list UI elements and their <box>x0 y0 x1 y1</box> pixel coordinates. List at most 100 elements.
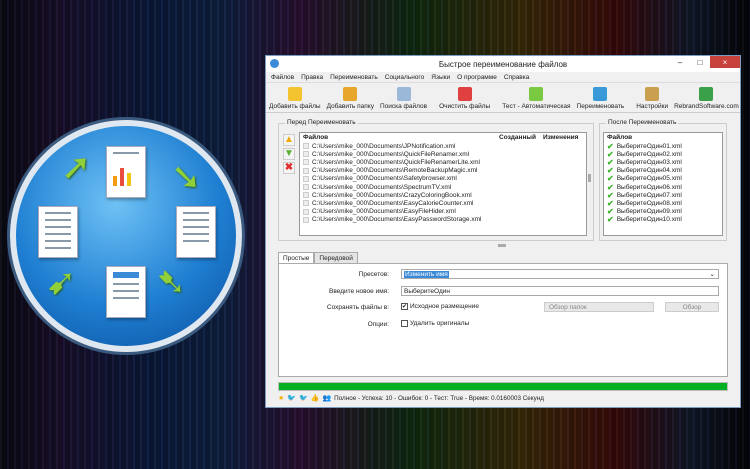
file-row[interactable]: ✔ ВыберитеОдин05.xml <box>604 174 722 183</box>
new-name-input[interactable]: ВыберитеОдин <box>401 286 719 296</box>
file-row[interactable]: ✔ ВыберитеОдин08.xml <box>604 199 722 208</box>
file-row[interactable]: ✔ ВыберитеОдин02.xml <box>604 150 722 159</box>
file-row[interactable]: C:\Users\mike_000\Documents\EasyFileHide… <box>300 208 586 216</box>
window-title: Быстрое переименование файлов <box>438 59 568 69</box>
file-row[interactable]: ✔ ВыберитеОдин10.xml <box>604 215 722 224</box>
checkbox-checked-icon: ✔ <box>401 303 408 310</box>
file-row[interactable]: C:\Users\mike_000\Documents\RemoteBackup… <box>300 167 586 175</box>
file-row[interactable]: ✔ ВыберитеОдин03.xml <box>604 158 722 167</box>
status-bar: ★ 🐦 🐦 👍 👥 Полное - Успеха: 10 - Ошибок: … <box>278 394 544 403</box>
menu-item[interactable]: Справка <box>504 74 530 81</box>
toolbar-button[interactable]: Переименовать <box>576 87 625 110</box>
row-checkbox[interactable] <box>303 208 309 215</box>
row-checkbox[interactable] <box>303 184 309 191</box>
close-button[interactable]: × <box>710 56 740 68</box>
maximize-button[interactable]: □ <box>690 56 710 68</box>
row-checkbox[interactable] <box>303 167 309 174</box>
file-path: C:\Users\mike_000\Documents\QuickFileRen… <box>312 150 470 158</box>
row-checkbox[interactable] <box>303 175 309 182</box>
toolbar-button[interactable]: Добавить файлы <box>269 87 321 110</box>
toolbar-button-label: Переименовать <box>576 103 625 110</box>
add-files-icon <box>287 87 302 101</box>
toolbar-button-label: Поиска файлов <box>379 103 428 110</box>
save-to-label: Сохранять файлы в: <box>326 304 389 311</box>
column-header-created[interactable]: Созданный <box>499 134 543 141</box>
column-header-modified[interactable]: Изменения <box>543 134 578 141</box>
toolbar-button-label: RebrandSoftware.com <box>674 103 739 110</box>
delete-originals-checkbox[interactable]: Удалить оригиналы <box>401 320 469 327</box>
twitter-follow-icon[interactable]: 🐦 <box>299 394 308 402</box>
file-path: C:\Users\mike_000\Documents\EasyFileHide… <box>312 208 456 216</box>
browse-button[interactable]: Обзор <box>665 302 719 312</box>
menu-item[interactable]: Правка <box>301 74 323 81</box>
file-row[interactable]: C:\Users\mike_000\Documents\QuickFileRen… <box>300 150 586 158</box>
file-row[interactable]: ✔ ВыберитеОдин09.xml <box>604 207 722 216</box>
users-icon[interactable]: 👥 <box>322 394 331 402</box>
menu-item[interactable]: Языки <box>431 74 450 81</box>
row-checkbox[interactable] <box>303 159 309 166</box>
toolbar-button[interactable]: Поиска файлов <box>380 87 427 110</box>
row-checkbox[interactable] <box>303 192 309 199</box>
row-checkbox[interactable] <box>303 151 309 158</box>
file-row[interactable]: C:\Users\mike_000\Documents\JPNotificati… <box>300 142 586 150</box>
remove-button[interactable]: ✖ <box>283 162 295 174</box>
after-file-list[interactable]: Файлов ✔ ВыберитеОдин01.xml ✔ ВыберитеОдин0… <box>603 132 723 236</box>
column-header-files[interactable]: Файлов <box>303 134 499 141</box>
menu-item[interactable]: Социального <box>385 74 425 81</box>
star-icon[interactable]: ★ <box>278 394 284 402</box>
checkbox-label: Удалить оригиналы <box>410 320 470 327</box>
progress-bar <box>278 382 728 391</box>
preset-select[interactable]: Изменить имя ⌄ <box>401 269 719 279</box>
file-row[interactable]: C:\Users\mike_000\Documents\Safetybrowse… <box>300 175 586 183</box>
twitter-icon[interactable]: 🐦 <box>287 394 296 402</box>
toolbar-button-label: Добавить файлы <box>269 103 321 110</box>
file-row[interactable]: C:\Users\mike_000\Documents\SpectrumTV.x… <box>300 183 586 191</box>
column-header-files[interactable]: Файлов <box>607 134 632 141</box>
file-row[interactable]: C:\Users\mike_000\Documents\CrazyColorin… <box>300 191 586 199</box>
new-name-label: Введите новое имя: <box>329 288 389 295</box>
toolbar-button[interactable]: Настройки <box>636 87 668 110</box>
preset-label: Пресетов: <box>358 271 389 278</box>
file-row[interactable]: C:\Users\mike_000\Documents\EasyPassword… <box>300 216 586 224</box>
row-checkbox[interactable] <box>303 200 309 207</box>
app-icon <box>270 59 279 68</box>
toolbar-button[interactable]: Тест - Автоматическая <box>502 87 571 110</box>
file-path: C:\Users\mike_000\Documents\JPNotificati… <box>312 142 456 150</box>
menu-item[interactable]: Переименовать <box>330 74 378 81</box>
like-icon[interactable]: 👍 <box>311 394 320 402</box>
before-file-list[interactable]: Файлов Созданный Изменения C:\Users\mike_0… <box>299 132 587 236</box>
file-row[interactable]: C:\Users\mike_000\Documents\EasyCalorieC… <box>300 199 586 207</box>
search-icon <box>396 87 411 101</box>
group-title: Перед Переименовать <box>285 119 358 126</box>
file-row[interactable]: ✔ ВыберитеОдин04.xml <box>604 166 722 175</box>
move-down-button[interactable]: ▼ <box>283 148 295 160</box>
document-icon <box>106 266 146 318</box>
toolbar-button[interactable]: Очистить файлы <box>439 87 490 110</box>
file-row[interactable]: ✔ ВыберитеОдин07.xml <box>604 191 722 200</box>
menu-item[interactable]: Файлов <box>271 74 294 81</box>
file-row[interactable]: C:\Users\mike_000\Documents\QuickFileRen… <box>300 158 586 166</box>
browse-folders-field[interactable]: Обзор папок <box>544 302 654 312</box>
file-path: C:\Users\mike_000\Documents\Safetybrowse… <box>312 175 457 183</box>
file-row[interactable]: ✔ ВыберитеОдин06.xml <box>604 183 722 192</box>
file-row[interactable]: ✔ ВыберитеОдин01.xml <box>604 142 722 151</box>
toolbar-button[interactable]: Добавить папку <box>327 87 374 110</box>
chevron-down-icon: ⌄ <box>709 271 715 278</box>
toolbar-button[interactable]: RebrandSoftware.com <box>674 87 739 110</box>
progress-fill <box>279 383 727 390</box>
row-checkbox[interactable] <box>303 216 309 223</box>
add-folder-icon <box>343 87 358 101</box>
file-name: ВыберитеОдин05.xml <box>616 175 682 183</box>
menu-item[interactable]: О программе <box>457 74 497 81</box>
cycle-arrow-icon: ➹ <box>46 261 77 302</box>
minimize-button[interactable]: – <box>670 56 690 68</box>
file-name: ВыберитеОдин01.xml <box>616 142 682 150</box>
splitter-handle[interactable] <box>588 174 591 182</box>
row-checkbox[interactable] <box>303 143 309 150</box>
move-up-button[interactable]: ▲ <box>283 134 295 146</box>
splitter-handle[interactable] <box>498 244 506 247</box>
original-location-checkbox[interactable]: ✔ Исходное размещение <box>401 303 479 310</box>
menu-bar: Файлов Правка Переименовать Социального Язык… <box>266 72 740 83</box>
test-check-icon <box>529 87 544 101</box>
before-rename-group: Перед Переименовать ▲ ▼ ✖ Файлов Созданны… <box>278 119 594 241</box>
